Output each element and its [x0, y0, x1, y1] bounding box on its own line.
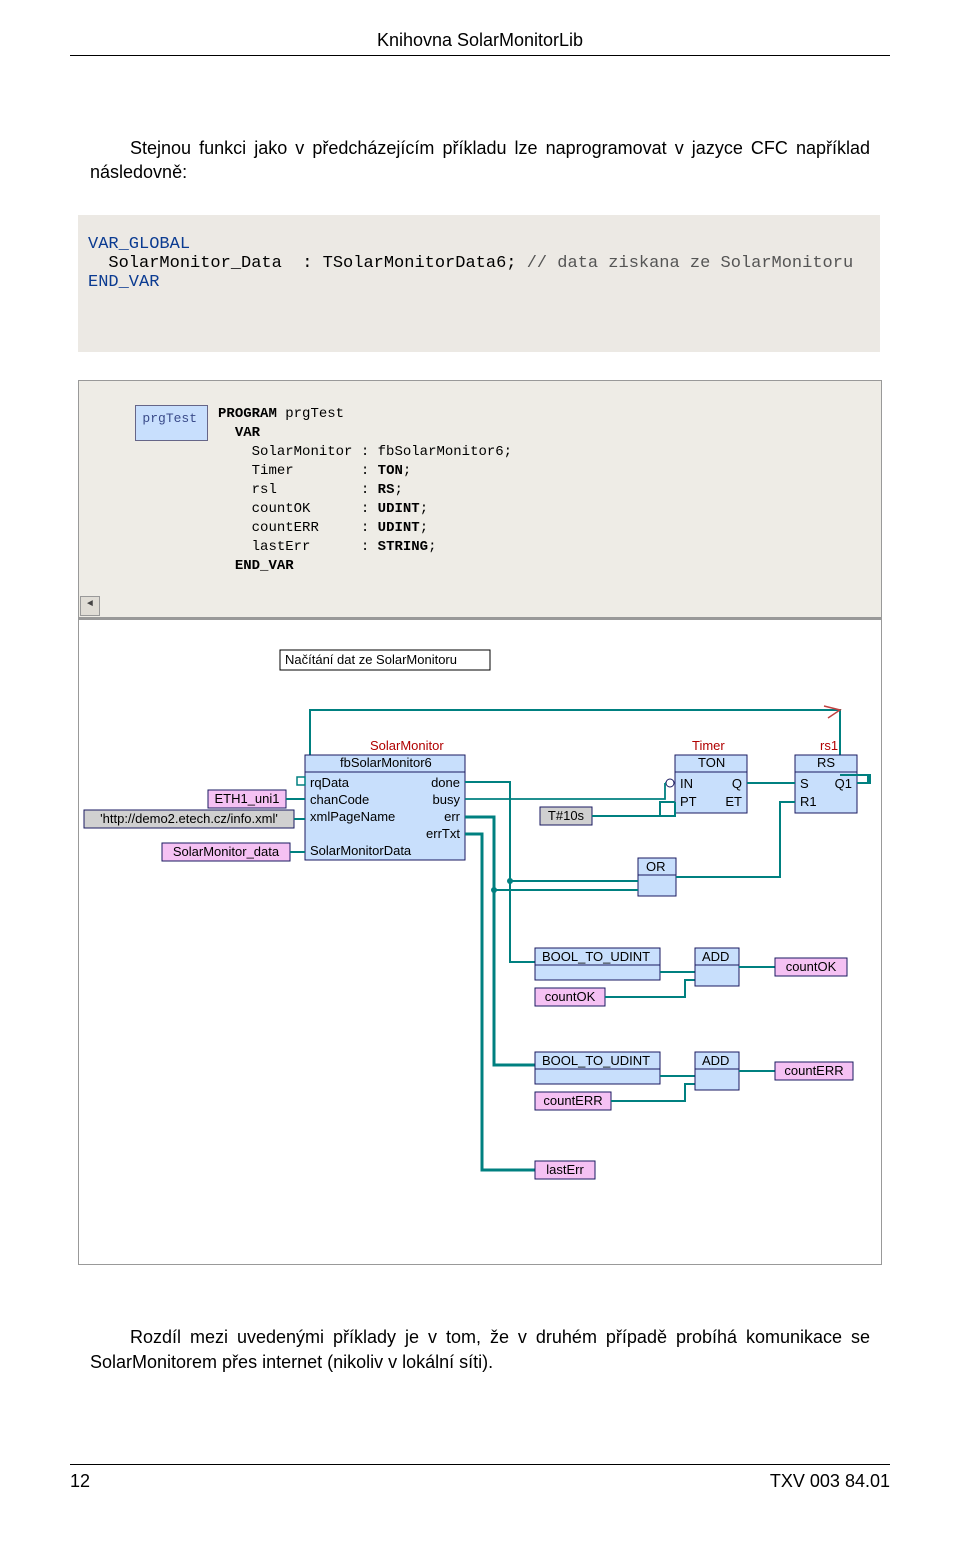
doc-number: TXV 003 84.01: [770, 1471, 890, 1492]
page-header: Knihovna SolarMonitorLib: [70, 30, 890, 51]
svg-text:fbSolarMonitor6: fbSolarMonitor6: [340, 755, 432, 770]
svg-text:ETH1_uni1: ETH1_uni1: [214, 791, 279, 806]
input-eth1[interactable]: ETH1_uni1: [208, 790, 286, 808]
svg-text:R1: R1: [800, 794, 817, 809]
svg-text:RS: RS: [817, 755, 835, 770]
svg-text:IN: IN: [680, 776, 693, 791]
svg-text:countOK: countOK: [545, 989, 596, 1004]
block-solarmonitor[interactable]: SolarMonitor fbSolarMonitor6 rqData chan…: [305, 738, 465, 860]
svg-text:T#10s: T#10s: [548, 808, 585, 823]
svg-text:chanCode: chanCode: [310, 792, 369, 807]
svg-text:Timer: Timer: [692, 738, 725, 753]
page-number: 12: [70, 1471, 90, 1492]
block-add-ok[interactable]: ADD: [695, 948, 739, 986]
code-block-var-global: VAR_GLOBAL SolarMonitor_Data : TSolarMon…: [78, 215, 880, 352]
input-counterr[interactable]: countERR: [535, 1092, 611, 1110]
svg-text:Q1: Q1: [835, 776, 852, 791]
header-rule: [70, 55, 890, 56]
block-or[interactable]: OR: [638, 858, 676, 896]
cfc-canvas[interactable]: Načítání dat ze SolarMonitoru SolarMonit…: [78, 620, 882, 1265]
svg-text:BOOL_TO_UDINT: BOOL_TO_UDINT: [542, 949, 650, 964]
outro-paragraph: Rozdíl mezi uvedenými příklady je v tom,…: [90, 1325, 870, 1374]
input-url[interactable]: 'http://demo2.etech.cz/info.xml': [84, 810, 294, 828]
output-counterr[interactable]: countERR: [775, 1062, 853, 1080]
block-add-err[interactable]: ADD: [695, 1052, 739, 1090]
input-solarmonitor-data[interactable]: SolarMonitor_data: [162, 843, 290, 861]
svg-text:TON: TON: [698, 755, 725, 770]
svg-text:SolarMonitor_data: SolarMonitor_data: [173, 844, 280, 859]
svg-text:ET: ET: [725, 794, 742, 809]
svg-text:countERR: countERR: [543, 1093, 602, 1108]
svg-text:errTxt: errTxt: [426, 826, 460, 841]
svg-text:ADD: ADD: [702, 1053, 729, 1068]
svg-text:ADD: ADD: [702, 949, 729, 964]
svg-text:SolarMonitorData: SolarMonitorData: [310, 843, 412, 858]
svg-text:err: err: [444, 809, 461, 824]
input-countok[interactable]: countOK: [535, 988, 605, 1006]
ide-declarations-pane: prgTestPROGRAM prgTest VAR SolarMonitor …: [78, 380, 882, 619]
comment-text: Načítání dat ze SolarMonitoru: [285, 652, 457, 667]
svg-text:BOOL_TO_UDINT: BOOL_TO_UDINT: [542, 1053, 650, 1068]
svg-text:xmlPageName: xmlPageName: [310, 809, 395, 824]
ide-panel: prgTestPROGRAM prgTest VAR SolarMonitor …: [78, 380, 882, 1266]
svg-text:lastErr: lastErr: [546, 1162, 584, 1177]
svg-text:rqData: rqData: [310, 775, 350, 790]
output-countok[interactable]: countOK: [775, 958, 847, 976]
cfc-diagram-svg: Načítání dat ze SolarMonitoru SolarMonit…: [79, 620, 881, 1260]
block-timer[interactable]: Timer TON IN PT Q ET: [675, 738, 747, 813]
page-footer: 12 TXV 003 84.01: [70, 1464, 890, 1492]
block-bool-to-udint-err[interactable]: BOOL_TO_UDINT: [535, 1052, 660, 1084]
svg-text:PT: PT: [680, 794, 697, 809]
svg-text:done: done: [431, 775, 460, 790]
svg-text:countERR: countERR: [784, 1063, 843, 1078]
svg-text:OR: OR: [646, 859, 666, 874]
block-bool-to-udint-ok[interactable]: BOOL_TO_UDINT: [535, 948, 660, 980]
kw-program: PROGRAM: [218, 406, 277, 422]
output-lasterr[interactable]: lastErr: [535, 1161, 595, 1179]
svg-text:'http://demo2.etech.cz/info.xm: 'http://demo2.etech.cz/info.xml': [100, 811, 278, 826]
svg-text:countOK: countOK: [786, 959, 837, 974]
svg-text:busy: busy: [433, 792, 461, 807]
scroll-left-icon[interactable]: ◄: [80, 596, 100, 616]
svg-text:Q: Q: [732, 776, 742, 791]
svg-text:S: S: [800, 776, 809, 791]
intro-paragraph: Stejnou funkci jako v předcházejícím pří…: [90, 136, 870, 185]
svg-text:SolarMonitor: SolarMonitor: [370, 738, 444, 753]
input-t10s[interactable]: T#10s: [540, 807, 592, 825]
svg-text:rs1: rs1: [820, 738, 838, 753]
program-tab[interactable]: prgTest: [135, 405, 208, 441]
